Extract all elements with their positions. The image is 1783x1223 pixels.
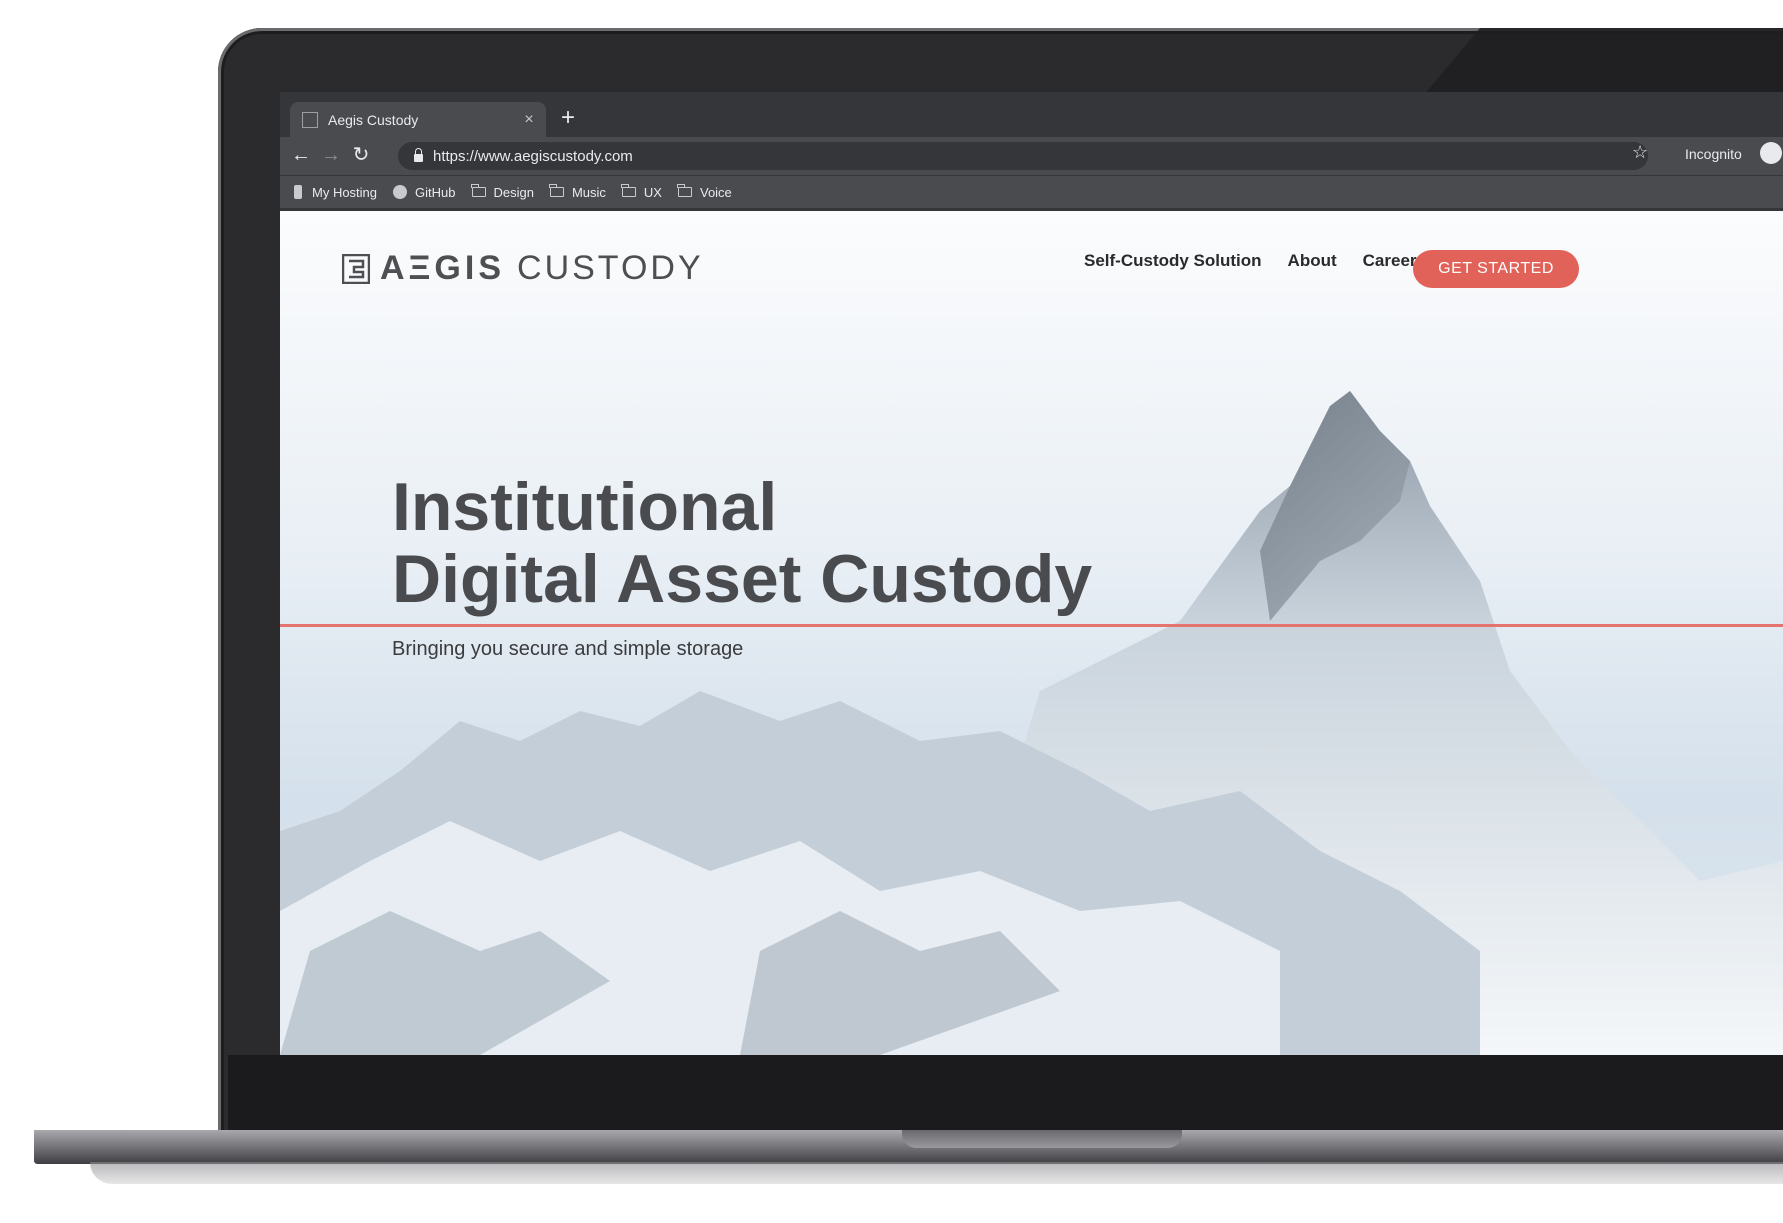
hero-headline: Institutional Digital Asset Custody [392, 471, 1092, 615]
bookmark-music[interactable]: Music [549, 184, 606, 200]
new-tab-button[interactable]: + [561, 106, 575, 130]
reload-button[interactable]: ↻ [350, 144, 372, 166]
get-started-button[interactable]: GET STARTED [1413, 250, 1579, 288]
main-nav: Self-Custody Solution About Careers [1084, 251, 1426, 271]
incognito-label: Incognito [1685, 146, 1742, 162]
bookmark-label: Music [571, 184, 606, 200]
webpage: AΞGIS CUSTODY Self-Custody Solution Abou… [280, 211, 1783, 1055]
favicon-icon [302, 111, 318, 128]
bookmark-ux[interactable]: UX [621, 184, 662, 200]
back-button[interactable]: ← [290, 144, 312, 166]
logo-text-bold: AΞGIS [380, 249, 506, 287]
bookmark-star-icon[interactable]: ☆ [1632, 142, 1648, 163]
bookmark-my-hosting[interactable]: My Hosting [294, 185, 377, 200]
nav-about[interactable]: About [1288, 251, 1337, 271]
bookmark-label: Voice [699, 184, 732, 200]
bookmark-label: GitHub [415, 184, 456, 200]
nav-self-custody-solution[interactable]: Self-Custody Solution [1084, 251, 1262, 271]
browser-chrome: Aegis Custody × + ← → ↻ https://www.aegi… [280, 92, 1783, 211]
bookmark-label: UX [643, 184, 662, 200]
bookmark-github[interactable]: GitHub [393, 184, 456, 200]
laptop-notch [902, 1130, 1182, 1148]
bookmark-label: Design [493, 184, 534, 200]
laptop-screen: Aegis Custody × + ← → ↻ https://www.aegi… [280, 92, 1783, 1055]
folder-icon [621, 184, 636, 197]
site-logo[interactable]: AΞGIS CUSTODY [342, 249, 704, 288]
url-text: https://www.aegiscustody.com [433, 147, 633, 165]
hosting-icon [294, 185, 302, 199]
incognito-icon[interactable] [1760, 142, 1782, 164]
bookmark-label: My Hosting [312, 184, 378, 200]
laptop-bezel [228, 1055, 1783, 1135]
tab-title: Aegis Custody [328, 111, 419, 128]
bookmark-design[interactable]: Design [471, 184, 534, 200]
folder-icon [471, 184, 486, 197]
bookmark-voice[interactable]: Voice [677, 184, 732, 200]
forward-button[interactable]: → [320, 144, 342, 166]
logo-text-light: CUSTODY [517, 249, 704, 287]
headline-line-2: Digital Asset Custody [392, 541, 1093, 617]
folder-icon [677, 184, 692, 197]
accent-line [280, 624, 1783, 627]
bookmarks-bar: My Hosting GitHub Design Music UX Voice [280, 176, 1783, 208]
hero-subheadline: Bringing you secure and simple storage [392, 638, 744, 660]
laptop-shadow [90, 1162, 1783, 1184]
headline-line-1: Institutional [392, 469, 778, 545]
close-tab-icon[interactable]: × [520, 111, 538, 129]
lock-icon [414, 148, 423, 162]
browser-tab[interactable]: Aegis Custody × [290, 102, 546, 137]
address-bar[interactable]: https://www.aegiscustody.com [398, 142, 1648, 170]
github-icon [393, 185, 408, 199]
folder-icon [549, 184, 564, 197]
aegis-logo-icon [342, 253, 370, 284]
